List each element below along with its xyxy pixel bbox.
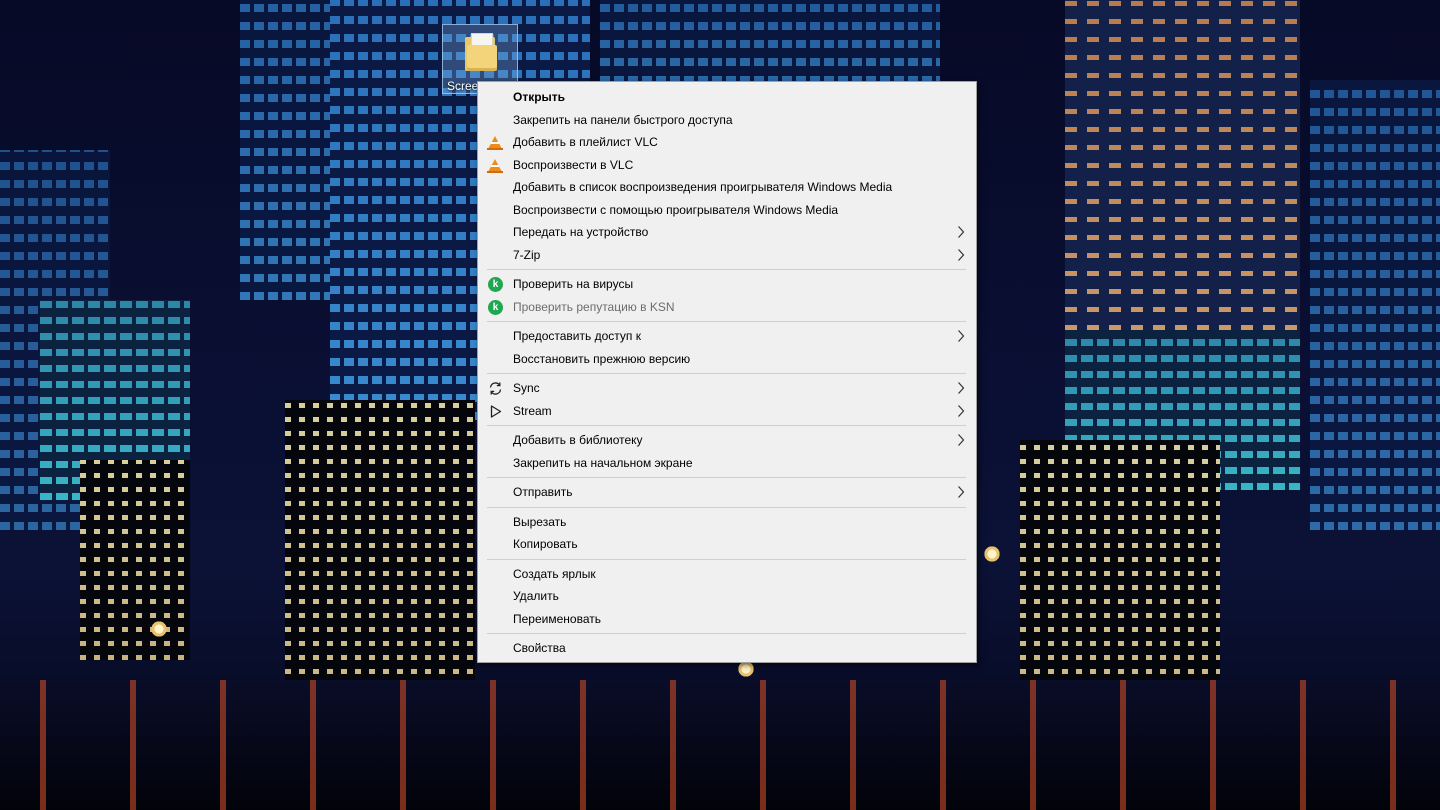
vlc-icon [487, 135, 503, 150]
menu-separator [487, 269, 966, 270]
menu-item[interactable]: Вырезать [478, 511, 976, 534]
menu-item-label: Stream [513, 403, 552, 418]
menu-item[interactable]: 7-Zip [478, 244, 976, 267]
menu-item-label: Переименовать [513, 611, 601, 626]
menu-item-label: Закрепить на панели быстрого доступа [513, 112, 733, 127]
menu-item-label: Свойства [513, 641, 566, 655]
menu-item[interactable]: Воспроизвести с помощью проигрывателя Wi… [478, 199, 976, 222]
kaspersky-icon: k [488, 277, 503, 292]
menu-item[interactable]: Свойства [478, 637, 976, 660]
menu-separator [487, 558, 966, 560]
menu-separator [487, 321, 966, 322]
menu-item-label: Закрепить на начальном экране [513, 455, 693, 470]
street-lamp [150, 620, 168, 638]
menu-item[interactable]: Удалить [478, 585, 976, 608]
folder-icon [465, 33, 497, 71]
menu-item[interactable]: Stream [478, 400, 976, 423]
menu-item-label: 7-Zip [513, 247, 541, 262]
menu-item-label: Передать на устройство [513, 225, 649, 239]
menu-item[interactable]: Закрепить на панели быстрого доступа [478, 109, 976, 132]
chevron-right-icon [956, 244, 966, 266]
menu-item[interactable]: Восстановить прежнюю версию [478, 348, 976, 371]
menu-separator [487, 633, 966, 634]
menu-item-label: Предоставить доступ к [513, 329, 641, 343]
vlc-icon [487, 158, 503, 173]
menu-separator [487, 425, 966, 426]
menu-item[interactable]: Переименовать [478, 608, 976, 631]
menu-item-label: Проверить на вирусы [513, 277, 634, 291]
menu-item-label: Создать ярлык [513, 566, 596, 581]
menu-item-label: Проверить репутацию в KSN [513, 299, 675, 314]
menu-item[interactable]: Открыть [478, 86, 976, 109]
menu-item[interactable]: Закрепить на начальном экране [478, 452, 976, 475]
menu-item[interactable]: Предоставить доступ к [478, 325, 976, 348]
menu-item-label: Отправить [513, 485, 573, 499]
chevron-right-icon [956, 325, 966, 347]
menu-item[interactable]: Sync [478, 377, 976, 400]
context-menu: Открыть Закрепить на панели быстрого дост… [477, 81, 977, 663]
menu-item-label: Воспроизвести с помощью проигрывателя Wi… [513, 202, 839, 217]
menu-item[interactable]: Передать на устройство [478, 221, 976, 244]
menu-item-label: Добавить в плейлист VLC [513, 135, 658, 149]
menu-item[interactable]: Воспроизвести в VLC [478, 154, 976, 177]
chevron-right-icon [956, 377, 966, 399]
menu-item[interactable]: Создать ярлык [478, 563, 976, 586]
menu-separator [487, 477, 966, 478]
menu-item-label: Воспроизвести в VLC [513, 157, 634, 172]
chevron-right-icon [956, 429, 966, 451]
wallpaper-tower [80, 460, 190, 660]
wallpaper-tower [1310, 80, 1440, 530]
menu-item-label: Вырезать [513, 514, 567, 529]
street-lamp [983, 545, 1001, 563]
sync-icon [488, 381, 503, 396]
wallpaper-tower [240, 0, 330, 300]
menu-item-label: Sync [513, 381, 540, 395]
menu-item-label: Восстановить прежнюю версию [513, 351, 691, 366]
menu-item-label: Добавить в библиотеку [513, 433, 643, 447]
menu-item[interactable]: Копировать [478, 533, 976, 556]
menu-item[interactable]: Отправить [478, 481, 976, 504]
menu-item-label: Удалить [513, 589, 559, 603]
menu-item-label: Копировать [513, 537, 578, 551]
menu-item[interactable]: Добавить в библиотеку [478, 429, 976, 452]
wallpaper-ground [0, 680, 1440, 810]
kaspersky-icon: k [488, 299, 503, 315]
menu-item-label: Добавить в список воспроизведения проигр… [513, 180, 893, 194]
menu-item[interactable]: k Проверить на вирусы [478, 273, 976, 296]
menu-item-label: Открыть [513, 90, 566, 104]
menu-separator [487, 506, 966, 508]
chevron-right-icon [956, 221, 966, 243]
chevron-right-icon [956, 400, 966, 422]
menu-separator [487, 373, 966, 374]
menu-item: k Проверить репутацию в KSN [478, 296, 976, 319]
play-icon [488, 404, 503, 419]
menu-item[interactable]: Добавить в список воспроизведения проигр… [478, 176, 976, 199]
menu-item[interactable]: Добавить в плейлист VLC [478, 131, 976, 154]
desktop-icon-label: Scree [447, 79, 479, 93]
chevron-right-icon [956, 481, 966, 503]
